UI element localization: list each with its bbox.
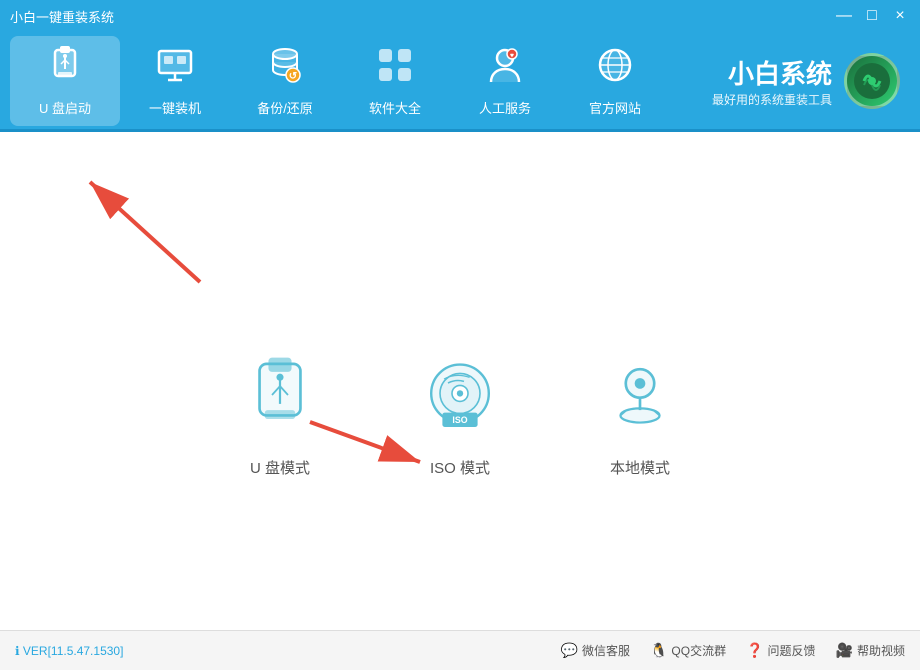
mode-item-usb[interactable]: U 盘模式: [230, 345, 330, 478]
close-button[interactable]: ×: [890, 8, 910, 24]
version-info: ℹ VER[11.5.47.1530]: [15, 644, 123, 658]
nav-item-manual-service[interactable]: ♥ 人工服务: [450, 36, 560, 126]
brand-name: 小白系统: [712, 54, 832, 91]
nav-label-backup: 备份/还原: [257, 98, 313, 117]
mode-item-local[interactable]: 本地模式: [590, 345, 690, 478]
version-text: VER[11.5.47.1530]: [23, 644, 124, 658]
usb-mode-label: U 盘模式: [250, 457, 310, 478]
feedback-link[interactable]: ❓ 问题反馈: [746, 642, 815, 659]
help-video-label: 帮助视频: [857, 642, 905, 659]
footer-links: 💬 微信客服 🐧 QQ交流群 ❓ 问题反馈 🎥 帮助视频: [561, 642, 905, 659]
main-content: U 盘模式 ISO ISO 模式: [0, 132, 920, 630]
globe-nav-icon: [594, 44, 636, 92]
title-bar: 小白一键重装系统 — □ ×: [0, 0, 920, 32]
wechat-service-link[interactable]: 💬 微信客服: [561, 642, 630, 659]
svg-text:↺: ↺: [289, 71, 297, 82]
app-title: 小白一键重装系统: [10, 7, 114, 26]
mode-item-iso[interactable]: ISO ISO 模式: [410, 345, 510, 478]
wechat-icon: 💬: [561, 642, 578, 659]
feedback-label: 问题反馈: [768, 642, 816, 659]
brand-area: 小白系统 最好用的系统重装工具: [712, 53, 910, 109]
nav-items: U 盘启动 一键装机: [10, 36, 712, 126]
usb-mode-icon: [230, 345, 330, 445]
svg-text:ISO: ISO: [452, 415, 467, 425]
qq-icon: 🐧: [650, 642, 667, 659]
nav-label-software: 软件大全: [369, 98, 421, 117]
feedback-icon: ❓: [746, 642, 763, 659]
qq-label: QQ交流群: [671, 642, 726, 659]
brand-logo: [844, 53, 900, 109]
nav-item-backup-restore[interactable]: ↺ 备份/还原: [230, 36, 340, 126]
qq-group-link[interactable]: 🐧 QQ交流群: [650, 642, 726, 659]
svg-text:♥: ♥: [510, 53, 514, 60]
help-video-icon: 🎥: [836, 642, 853, 659]
nav-label-u-disk-boot: U 盘启动: [39, 98, 91, 117]
nav-item-official-site[interactable]: 官方网站: [560, 36, 670, 126]
nav-label-service: 人工服务: [479, 98, 531, 117]
usb-nav-icon: [44, 44, 86, 92]
maximize-button[interactable]: □: [862, 8, 882, 24]
iso-mode-label: ISO 模式: [430, 457, 490, 478]
help-video-link[interactable]: 🎥 帮助视频: [836, 642, 905, 659]
nav-label-one-click: 一键装机: [149, 98, 201, 117]
monitor-nav-icon: [154, 44, 196, 92]
brand-slogan: 最好用的系统重装工具: [712, 91, 832, 108]
window-controls: — □ ×: [834, 8, 910, 24]
brand-text: 小白系统 最好用的系统重装工具: [712, 54, 832, 108]
person-nav-icon: ♥: [484, 44, 526, 92]
local-mode-label: 本地模式: [610, 457, 670, 478]
database-nav-icon: ↺: [264, 44, 306, 92]
nav-item-software-center[interactable]: 软件大全: [340, 36, 450, 126]
nav-item-u-disk-boot[interactable]: U 盘启动: [10, 36, 120, 126]
mode-container: U 盘模式 ISO ISO 模式: [230, 345, 690, 478]
nav-label-site: 官方网站: [589, 98, 641, 117]
iso-mode-icon: ISO: [410, 345, 510, 445]
apps-nav-icon: [374, 44, 416, 92]
minimize-button[interactable]: —: [834, 8, 854, 24]
local-mode-icon: [590, 345, 690, 445]
nav-item-one-click-install[interactable]: 一键装机: [120, 36, 230, 126]
wechat-label: 微信客服: [582, 642, 630, 659]
info-icon: ℹ: [15, 644, 20, 658]
footer: ℹ VER[11.5.47.1530] 💬 微信客服 🐧 QQ交流群 ❓ 问题反…: [0, 630, 920, 670]
nav-bar: U 盘启动 一键装机: [0, 32, 920, 132]
